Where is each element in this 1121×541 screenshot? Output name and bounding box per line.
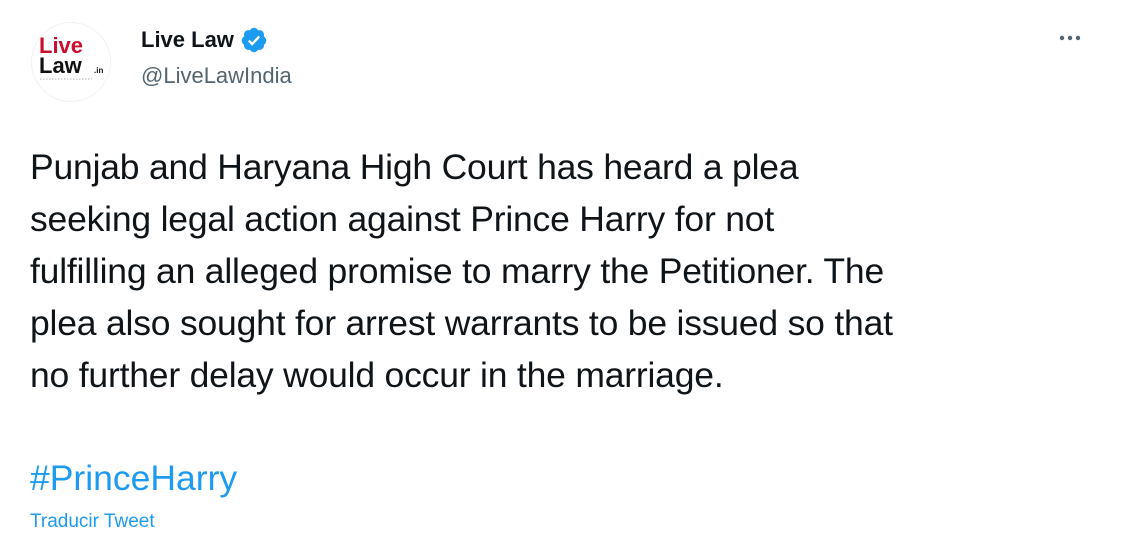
author-display-name[interactable]: Live Law <box>141 26 234 54</box>
more-options-button[interactable] <box>1050 20 1090 56</box>
logo-text-bottom: Law <box>39 53 83 78</box>
live-law-logo: Live Law .in <box>39 33 103 80</box>
author-name-row: Live Law <box>141 26 268 54</box>
translate-tweet-link[interactable]: Traducir Tweet <box>30 509 155 535</box>
verified-badge-icon <box>240 26 268 54</box>
logo-suffix: .in <box>94 66 103 75</box>
author-handle[interactable]: @LiveLawIndia <box>141 62 292 90</box>
avatar[interactable]: Live Law .in <box>31 22 111 102</box>
tweet-card: Live Law .in Live Law @LiveLawIndia Punj… <box>0 0 1121 541</box>
tweet-text: Punjab and Haryana High Court has heard … <box>30 147 893 395</box>
hashtag-link[interactable]: #PrinceHarry <box>30 452 237 504</box>
more-options-icon <box>1059 35 1081 41</box>
